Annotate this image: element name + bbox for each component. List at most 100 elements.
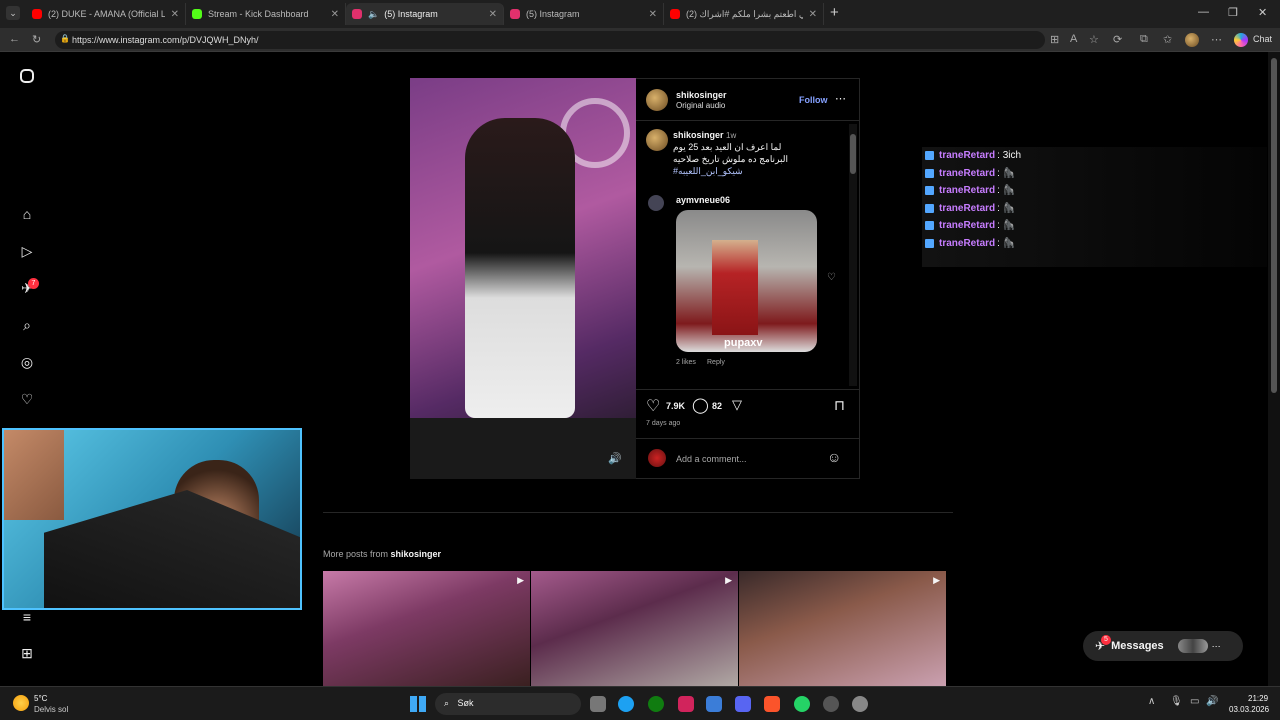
- reel-icon: ▶: [517, 575, 524, 585]
- add-comment-input[interactable]: Add a comment...: [676, 454, 747, 464]
- taskbar-search[interactable]: ⌕ Søk: [435, 693, 581, 715]
- author-avatar[interactable]: [646, 89, 668, 111]
- clock-date[interactable]: 03.03.2026: [1229, 705, 1269, 714]
- weather-temp[interactable]: 5°C: [34, 694, 47, 703]
- speaker-icon[interactable]: 🔈: [368, 9, 379, 20]
- instagram-icon: [352, 9, 362, 19]
- tab-duke[interactable]: (2) DUKE - AMANA (Official Lyric V✕: [26, 3, 186, 25]
- webcam-arm: [4, 430, 64, 520]
- comment-count[interactable]: 82: [712, 401, 722, 411]
- save-bookmark-icon[interactable]: ⊓: [834, 397, 845, 414]
- mute-icon[interactable]: 🔊: [608, 452, 622, 465]
- audio-label[interactable]: Original audio: [676, 101, 725, 110]
- commenter-username[interactable]: aymvneue06: [676, 195, 730, 205]
- close-window-button[interactable]: ✕: [1258, 6, 1267, 19]
- comment-reply[interactable]: Reply: [707, 359, 725, 366]
- caption-avatar[interactable]: [646, 129, 668, 151]
- stream-chat-overlay: traneRetard: 3ich traneRetard: 🦍 traneRe…: [922, 147, 1267, 267]
- close-tab-icon[interactable]: ✕: [809, 9, 817, 20]
- start-windows-icon[interactable]: [410, 696, 426, 712]
- back-icon[interactable]: ←: [9, 33, 20, 45]
- tab-youtube-arabic[interactable]: (2) ولني اطعتم بشرا ملكم #اشراك_✕: [664, 3, 824, 25]
- more-post-thumbnail[interactable]: ▶: [531, 571, 738, 686]
- copilot-icon[interactable]: [1234, 33, 1248, 47]
- like-comment-icon[interactable]: ♡: [827, 272, 836, 283]
- like-icon[interactable]: ♡: [646, 396, 660, 416]
- clock-time[interactable]: 21:29: [1248, 694, 1268, 703]
- close-tab-icon[interactable]: ✕: [171, 9, 179, 20]
- tray-chevron-icon[interactable]: ∧: [1148, 696, 1155, 707]
- brave-icon[interactable]: [764, 696, 780, 712]
- instagram-logo-icon[interactable]: [20, 69, 34, 83]
- search-icon[interactable]: ⌕: [18, 316, 36, 334]
- messages-avatars: [1177, 639, 1208, 653]
- kick-icon: [192, 9, 202, 19]
- current-user-avatar: [648, 449, 666, 467]
- profile-avatar[interactable]: [1185, 33, 1199, 47]
- caption-hashtag[interactable]: #شيكو_ابن_اللعيبه: [673, 166, 743, 177]
- more-options-icon[interactable]: ⋯: [835, 92, 846, 105]
- weather-desc[interactable]: Delvis sol: [34, 705, 68, 714]
- comment-likes[interactable]: 2 likes: [676, 359, 696, 366]
- task-view-icon[interactable]: [590, 696, 606, 712]
- discord-icon[interactable]: [735, 696, 751, 712]
- maximize-button[interactable]: ❐: [1228, 6, 1238, 19]
- messages-button[interactable]: ✈ 5 Messages ⋯: [1083, 631, 1243, 661]
- settings-gear-icon[interactable]: [852, 696, 868, 712]
- extensions-icon[interactable]: ⧉: [1140, 33, 1148, 46]
- streamer-webcam: [2, 428, 302, 610]
- like-count[interactable]: 7.9K: [666, 401, 685, 411]
- tab-instagram[interactable]: (5) Instagram ✕: [504, 3, 664, 25]
- reels-icon[interactable]: ▷: [18, 242, 36, 260]
- menu-icon[interactable]: ≡: [18, 608, 36, 626]
- reload-icon[interactable]: ↻: [32, 33, 41, 46]
- more-menu-icon[interactable]: ⋯: [1211, 33, 1222, 46]
- windows-taskbar: 5°C Delvis sol ⌕ Søk ∧ 🎙 ▭ 🔊 21:29 03.03…: [0, 686, 1280, 720]
- url-field[interactable]: 🔒 https://www.instagram.com/p/DVJQWH_DNy…: [55, 31, 1045, 49]
- close-tab-icon[interactable]: ✕: [331, 9, 339, 20]
- volume-icon[interactable]: 🔊: [1206, 696, 1218, 707]
- weather-icon[interactable]: [13, 695, 29, 711]
- commenter-avatar[interactable]: [648, 195, 664, 211]
- read-aloud-icon[interactable]: A: [1070, 33, 1077, 45]
- edge-icon[interactable]: [618, 696, 634, 712]
- obs-icon[interactable]: [823, 696, 839, 712]
- post-video[interactable]: 🔊: [410, 78, 636, 479]
- explore-icon[interactable]: ◎: [18, 353, 36, 371]
- kick-badge-icon: [925, 186, 934, 196]
- share-icon[interactable]: ▽: [732, 397, 742, 413]
- lock-icon: 🔒: [60, 34, 70, 43]
- tab-instagram-active[interactable]: 🔈 (5) Instagram ✕: [346, 3, 504, 25]
- more-post-thumbnail[interactable]: ▶: [739, 571, 946, 686]
- follow-button[interactable]: Follow: [799, 95, 828, 105]
- panel-scrollbar[interactable]: [849, 124, 857, 386]
- tab-kick-dashboard[interactable]: Stream - Kick Dashboard ✕: [186, 3, 346, 25]
- favorite-star-icon[interactable]: ☆: [1089, 33, 1099, 46]
- new-tab-button[interactable]: +: [830, 4, 839, 21]
- post-date: 7 days ago: [646, 420, 681, 427]
- comment-icon[interactable]: ◯: [692, 396, 709, 414]
- chat-label[interactable]: Chat: [1253, 34, 1272, 44]
- refresh-extension-icon[interactable]: ⟳: [1113, 33, 1122, 46]
- network-icon[interactable]: ▭: [1190, 696, 1199, 707]
- notifications-heart-icon[interactable]: ♡: [18, 390, 36, 408]
- close-tab-icon[interactable]: ✕: [489, 9, 497, 20]
- mic-icon[interactable]: 🎙: [1170, 696, 1183, 707]
- home-icon[interactable]: ⌂: [18, 205, 36, 223]
- apps-icon[interactable]: ⊞: [1050, 33, 1059, 46]
- whatsapp-icon[interactable]: [794, 696, 810, 712]
- favorites-icon[interactable]: ✩: [1163, 33, 1172, 46]
- author-username[interactable]: shikosinger: [676, 90, 727, 100]
- xbox-icon[interactable]: [648, 696, 664, 712]
- comment-gif[interactable]: pupaxv: [676, 210, 817, 352]
- store-icon[interactable]: [706, 696, 722, 712]
- page-scrollbar[interactable]: [1268, 52, 1280, 686]
- emoji-icon[interactable]: ☺: [827, 449, 841, 465]
- minimize-button[interactable]: —: [1198, 6, 1209, 18]
- chat-message: traneRetard: 🦍: [922, 235, 1267, 253]
- adobe-icon[interactable]: [678, 696, 694, 712]
- close-tab-icon[interactable]: ✕: [649, 9, 657, 20]
- more-post-thumbnail[interactable]: ▶: [323, 571, 530, 686]
- also-from-meta-icon[interactable]: ⊞: [18, 644, 36, 662]
- tab-menu-icon[interactable]: ⌄: [6, 6, 20, 20]
